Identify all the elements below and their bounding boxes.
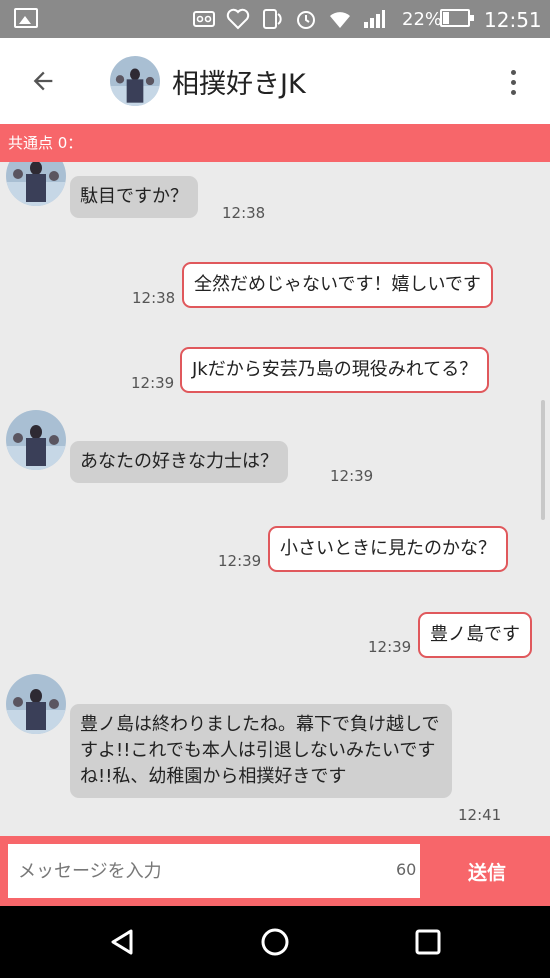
battery-percent: 22% [402, 9, 443, 30]
common-points-bar: 共通点 0： [0, 124, 550, 162]
message-bubble-in[interactable]: 豊ノ島は終わりましたね。幕下で負け越しですよ!!これでも本人は引退しないみたいで… [70, 704, 452, 798]
status-icons [192, 6, 386, 32]
heart-app-icon [226, 8, 250, 30]
send-button[interactable]: 送信 [430, 844, 544, 898]
message-time: 12:39 [218, 552, 262, 570]
signal-icon [364, 10, 385, 28]
message-bubble-out[interactable]: Jkだから安芸乃島の現役みれてる？ [180, 347, 490, 393]
nav-recents-button[interactable] [408, 922, 448, 962]
message-time: 12:39 [368, 638, 412, 656]
image-icon [14, 8, 38, 28]
message-bubble-in[interactable]: あなたの好きな力士は？ [70, 441, 288, 483]
scrollbar[interactable] [541, 400, 545, 520]
wifi-icon [330, 12, 350, 28]
app-bar: 相撲好きJK [0, 38, 550, 124]
nav-home-button[interactable] [255, 922, 295, 962]
avatar[interactable] [6, 162, 66, 206]
system-nav-bar [0, 906, 550, 978]
char-count: 60 [396, 860, 417, 879]
message-bubble-in[interactable]: 駄目ですか？ [70, 176, 198, 218]
message-input-bar: 60 送信 [0, 836, 550, 906]
message-input[interactable] [8, 844, 420, 898]
alarm-icon [297, 11, 315, 29]
avatar-image [110, 56, 160, 106]
avatar[interactable] [6, 410, 66, 470]
home-circle-icon [261, 928, 289, 956]
avatar[interactable] [6, 674, 66, 734]
more-vert-icon[interactable] [500, 62, 526, 102]
back-triangle-icon [111, 929, 133, 955]
status-time: 12:51 [484, 8, 542, 32]
battery-icon [440, 9, 474, 27]
message-bubble-out[interactable]: 豊ノ島です [418, 612, 532, 658]
status-bar: 22% 12:51 [0, 0, 550, 38]
arrow-back-icon [33, 71, 53, 91]
nav-back-button[interactable] [102, 922, 142, 962]
avatar[interactable] [110, 56, 160, 106]
voicemail-icon [193, 11, 215, 27]
message-time: 12:39 [330, 467, 374, 485]
message-time: 12:41 [458, 806, 502, 824]
message-bubble-out[interactable]: 小さいときに見たのかな？ [268, 526, 508, 572]
back-button[interactable] [22, 60, 64, 102]
message-bubble-out[interactable]: 全然だめじゃないです！嬉しいです [182, 262, 493, 308]
message-time: 12:38 [132, 289, 176, 307]
recents-square-icon [415, 929, 441, 955]
message-time: 12:39 [131, 374, 175, 392]
chat-area[interactable]: 駄目ですか？ 12:38 12:38 全然だめじゃないです！嬉しいです 12:3… [0, 162, 550, 836]
message-time: 12:38 [222, 204, 266, 222]
chat-title: 相撲好きJK [172, 69, 306, 100]
nfc-icon [263, 9, 282, 29]
